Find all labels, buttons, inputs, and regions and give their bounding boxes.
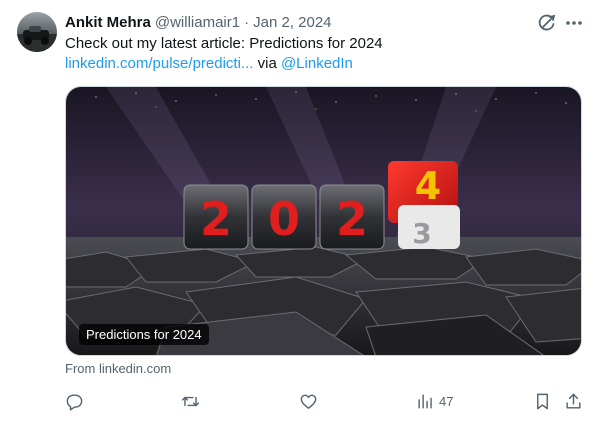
bookmark-icon: [537, 393, 548, 409]
card-image: 2 0 2 4 3: [66, 87, 581, 355]
card-caption: Predictions for 2024: [79, 324, 209, 345]
more-icon[interactable]: [563, 12, 585, 34]
views-button[interactable]: 47: [416, 390, 453, 412]
views-icon: [418, 393, 432, 409]
tweet-date[interactable]: Jan 2, 2024: [253, 14, 331, 31]
bookmark-button[interactable]: [533, 390, 552, 412]
views-count: 47: [439, 393, 454, 409]
author-handle[interactable]: @williamair1: [155, 14, 240, 31]
via-text: via: [253, 55, 281, 72]
like-icon: [300, 394, 317, 409]
link-card[interactable]: 2 0 2 4 3 Predictions for 2024: [65, 86, 582, 356]
author-name[interactable]: Ankit Mehra: [65, 14, 151, 31]
share-icon: [566, 393, 581, 409]
image-digit: 4: [415, 164, 441, 208]
card-source[interactable]: From linkedin.com: [65, 361, 171, 376]
separator-dot: ·: [244, 13, 250, 31]
like-button[interactable]: [299, 390, 318, 412]
article-link[interactable]: linkedin.com/pulse/predicti...: [65, 55, 253, 72]
reply-icon: [66, 393, 83, 411]
retweet-icon: [181, 396, 200, 406]
retweet-button[interactable]: [181, 390, 200, 412]
grok-icon[interactable]: [536, 12, 558, 34]
avatar[interactable]: [17, 12, 57, 52]
mention-link[interactable]: @LinkedIn: [281, 55, 353, 72]
reply-button[interactable]: [65, 390, 84, 412]
image-digit: 2: [336, 192, 368, 246]
image-digit: 0: [268, 192, 300, 246]
tweet-text-line: Check out my latest article: Predictions…: [65, 35, 383, 52]
tweet-text: Check out my latest article: Predictions…: [65, 34, 585, 74]
image-digit: 2: [200, 192, 232, 246]
image-digit: 3: [412, 217, 431, 250]
share-button[interactable]: [564, 390, 583, 412]
action-bar: 47: [0, 390, 599, 412]
